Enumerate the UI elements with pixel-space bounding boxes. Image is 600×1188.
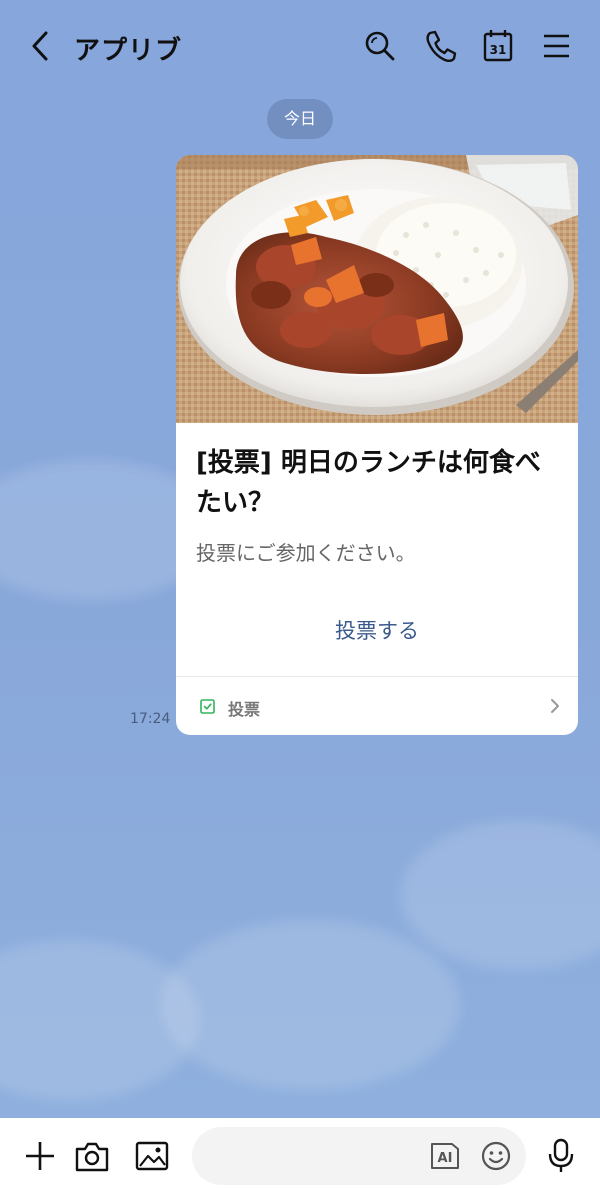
message-input[interactable] — [192, 1127, 526, 1185]
vote-footer-label: 投票 — [228, 700, 261, 719]
vote-title: [投票] 明日のランチは何食べたい？ — [196, 448, 541, 518]
calendar-icon[interactable]: 31 — [480, 26, 516, 66]
ai-icon[interactable]: AI — [428, 1140, 462, 1172]
search-icon[interactable] — [362, 26, 398, 66]
mic-icon[interactable] — [546, 1138, 576, 1174]
svg-text:31: 31 — [490, 43, 507, 57]
svg-text:AI: AI — [438, 1151, 453, 1166]
back-icon[interactable] — [26, 28, 56, 64]
chat-title: アプリブ — [74, 36, 183, 66]
message-timestamp: 17:24 — [130, 711, 171, 727]
vote-check-icon — [200, 699, 215, 714]
emoji-icon[interactable] — [480, 1140, 512, 1172]
chat-header: アプリブ 31 — [0, 4, 600, 88]
image-icon[interactable] — [134, 1138, 170, 1174]
curry-rice-photo — [176, 155, 578, 423]
plus-icon[interactable] — [22, 1138, 58, 1174]
vote-description: 投票にご参加ください。 — [196, 541, 416, 565]
phone-icon[interactable] — [422, 26, 458, 66]
chevron-right-icon — [550, 697, 560, 715]
vote-button[interactable]: 投票する — [176, 615, 578, 645]
vote-footer-link[interactable]: 投票 — [176, 677, 578, 735]
menu-icon[interactable] — [538, 26, 574, 66]
vote-card-message[interactable]: [投票] 明日のランチは何食べたい？ 投票にご参加ください。 投票する 投票 — [176, 155, 578, 735]
date-separator: 今日 — [267, 99, 333, 139]
message-input-bar: AI — [0, 1118, 600, 1188]
camera-icon[interactable] — [74, 1138, 110, 1174]
